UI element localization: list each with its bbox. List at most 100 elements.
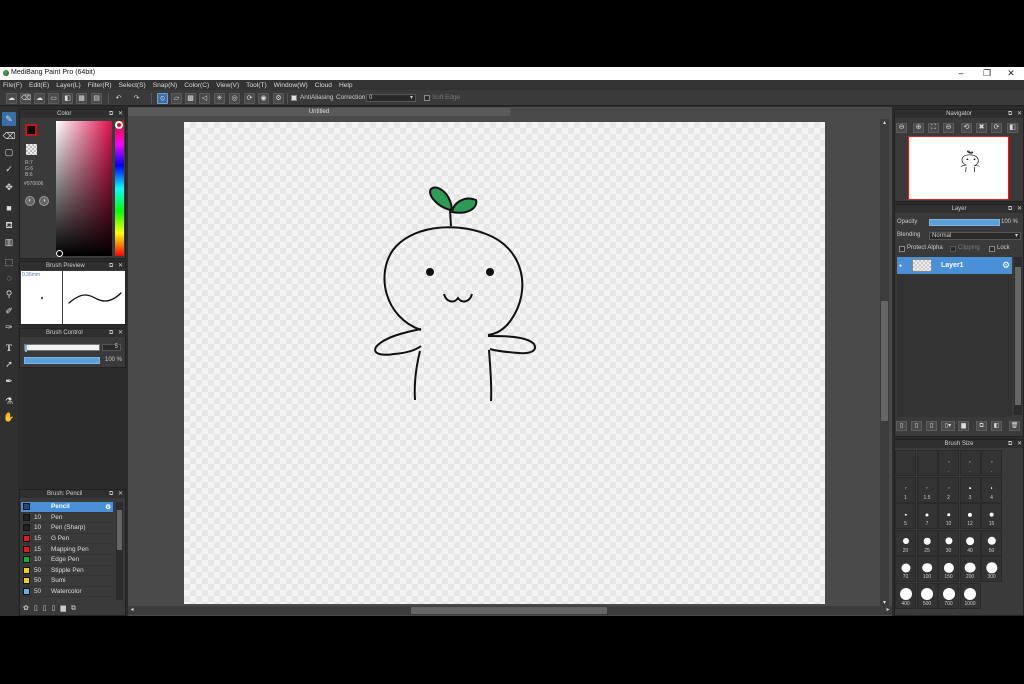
brush-import-icon[interactable]: ▯ <box>43 605 52 612</box>
zoom-actual-icon[interactable]: ⊖ <box>943 123 954 133</box>
panel-close-icon[interactable]: ✕ <box>1017 110 1022 118</box>
screen-icon[interactable]: ▭ <box>48 93 59 104</box>
layer-settings-icon[interactable]: ⚙ <box>1002 260 1010 271</box>
folder-icon[interactable]: ▆ <box>958 421 969 431</box>
fit-screen-icon[interactable]: ⛶ <box>928 123 939 133</box>
menu-edit[interactable]: Edit(E) <box>29 82 49 89</box>
panel-close-icon[interactable]: ✕ <box>118 490 123 498</box>
select-rect-icon[interactable]: ⬚ <box>2 255 16 269</box>
brush-size-cell[interactable]: . <box>938 450 959 476</box>
brush-size-cell[interactable]: 10 <box>938 503 959 529</box>
brush-add-icon[interactable]: ✿ <box>23 605 34 612</box>
hue-cursor[interactable] <box>115 121 123 129</box>
snap-concentric-icon[interactable]: ◉ <box>258 93 269 104</box>
magic-wand-icon[interactable]: ⚲ <box>2 287 16 301</box>
snap-parallel-icon[interactable]: ▱ <box>171 93 182 104</box>
snap-radial-icon[interactable]: ✳ <box>214 93 225 104</box>
brush-copy-icon[interactable]: ⧉ <box>71 605 81 612</box>
document-tab[interactable]: Untitled <box>128 108 510 116</box>
brush-size-cell[interactable]: 200 <box>959 556 981 582</box>
scrollbar-thumb[interactable] <box>1015 267 1021 405</box>
saturation-value-picker[interactable] <box>56 121 112 256</box>
panel-close-icon[interactable]: ✕ <box>1017 440 1022 448</box>
menu-filter[interactable]: Filter(R) <box>88 82 112 89</box>
brush-size-cell[interactable]: 300 <box>981 556 1002 582</box>
brush-item-sumi[interactable]: 50 Sumi <box>21 576 113 587</box>
snap-vanishing-icon[interactable]: ◁ <box>199 93 210 104</box>
fill-rect-icon[interactable]: ■ <box>2 201 16 215</box>
new-layer-8bit-icon[interactable]: ▯ <box>911 421 922 431</box>
brush-opacity-slider[interactable] <box>24 357 100 364</box>
check-icon[interactable]: ✓ <box>2 162 16 176</box>
brush-size-cell[interactable]: 25 <box>916 529 938 556</box>
rotate-left-icon[interactable]: ⟲ <box>961 123 972 133</box>
close-button[interactable]: ✕ <box>998 67 1024 80</box>
brush-size-cell[interactable]: 700 <box>938 582 959 609</box>
brush-item-g-pen[interactable]: 15 G Pen <box>21 534 113 545</box>
undock-icon[interactable]: ⧉ <box>109 490 113 498</box>
undock-icon[interactable]: ⧉ <box>109 110 113 118</box>
new-layer-icon[interactable]: ▯ <box>896 421 907 431</box>
minimize-button[interactable]: – <box>948 67 974 80</box>
lasso-icon[interactable]: ◌ <box>2 271 16 285</box>
canvas-vertical-scrollbar[interactable]: ▴ ▾ <box>880 119 889 607</box>
snap-off-icon[interactable]: ⦸ <box>157 93 168 104</box>
cloud-icon[interactable]: ☁ <box>6 93 17 104</box>
undock-icon[interactable]: ⧉ <box>1008 440 1012 448</box>
menu-view[interactable]: View(V) <box>216 82 239 89</box>
panel-close-icon[interactable]: ✕ <box>118 110 123 118</box>
brush-settings-icon[interactable]: ⚙ <box>105 503 111 511</box>
duplicate-layer-icon[interactable]: ⧉ <box>976 421 987 431</box>
brush-new-icon[interactable]: ▯ <box>34 605 43 612</box>
brush-item-pen-sharp[interactable]: 10 Pen (Sharp) <box>21 523 113 534</box>
menu-tool[interactable]: Tool(T) <box>246 82 267 89</box>
brush-size-cell[interactable]: 70 <box>895 556 916 582</box>
panel-close-icon[interactable]: ✕ <box>118 329 123 337</box>
undo-icon[interactable]: ↶ <box>113 93 124 104</box>
palette-icon[interactable]: ◐ <box>25 196 35 206</box>
panel-close-icon[interactable]: ✕ <box>1017 205 1022 213</box>
undock-icon[interactable]: ⧉ <box>1008 110 1012 118</box>
maximize-button[interactable]: ❐ <box>974 67 1000 80</box>
trash-icon[interactable]: ⌫ <box>20 93 31 104</box>
brush-size-cell[interactable]: 15 <box>981 503 1002 529</box>
brush-size-cell[interactable]: 2 <box>938 476 959 503</box>
brush-size-cell[interactable]: 3 <box>959 476 981 503</box>
brush-size-cell[interactable]: 30 <box>938 529 959 556</box>
new-layer-1bit-icon[interactable]: ▯ <box>926 421 937 431</box>
snap-curve-icon[interactable]: ⟳ <box>244 93 255 104</box>
scroll-right-icon[interactable]: ▸ <box>884 606 892 615</box>
brush-size-cell[interactable]: 400 <box>895 582 916 609</box>
bucket-icon[interactable]: ⛾ <box>2 218 16 232</box>
soft-edge-checkbox[interactable] <box>424 95 430 101</box>
brush-item-pen[interactable]: 10 Pen <box>21 513 113 524</box>
text-icon[interactable]: T <box>2 341 16 355</box>
navigator-thumbnail[interactable] <box>908 136 1009 200</box>
cloud-save-icon[interactable]: ☁ <box>34 93 45 104</box>
brush-size-slider[interactable] <box>24 344 100 352</box>
lock-checkbox[interactable] <box>989 246 995 252</box>
brush-size-cell[interactable]: 7 <box>916 503 938 529</box>
pencil-tool-icon[interactable]: ✎ <box>2 112 16 126</box>
scroll-up-icon[interactable]: ▴ <box>880 119 889 127</box>
correction-select[interactable]: 0 ▾ <box>366 94 416 102</box>
brush-folder-icon[interactable]: ▆ <box>60 605 70 612</box>
menu-file[interactable]: File(F) <box>3 82 22 89</box>
brush-size-cell[interactable]: . <box>959 450 981 476</box>
merge-layer-icon[interactable]: ◧ <box>991 421 1002 431</box>
brush-size-cell[interactable]: 50 <box>981 529 1002 556</box>
brush-item-watercolor[interactable]: 50 Watercolor <box>21 587 113 598</box>
brush-size-cell[interactable]: 20 <box>895 529 916 556</box>
menu-help[interactable]: Help <box>339 82 353 89</box>
zoom-in-nav-icon[interactable]: ⊕ <box>913 123 924 133</box>
panel-close-icon[interactable]: ✕ <box>118 262 123 270</box>
hue-slider[interactable] <box>115 121 124 256</box>
drawing-canvas[interactable] <box>184 122 825 604</box>
brush-item-edge-pen[interactable]: 10 Edge Pen <box>21 555 113 566</box>
brush-size-cell[interactable]: 40 <box>959 529 981 556</box>
menu-color[interactable]: Color(C) <box>184 82 209 89</box>
clipping-checkbox[interactable] <box>950 246 956 252</box>
brush-size-cell[interactable]: 1000 <box>959 582 981 609</box>
brush-size-cell[interactable]: 500 <box>916 582 938 609</box>
move-icon[interactable]: ✥ <box>2 180 16 194</box>
